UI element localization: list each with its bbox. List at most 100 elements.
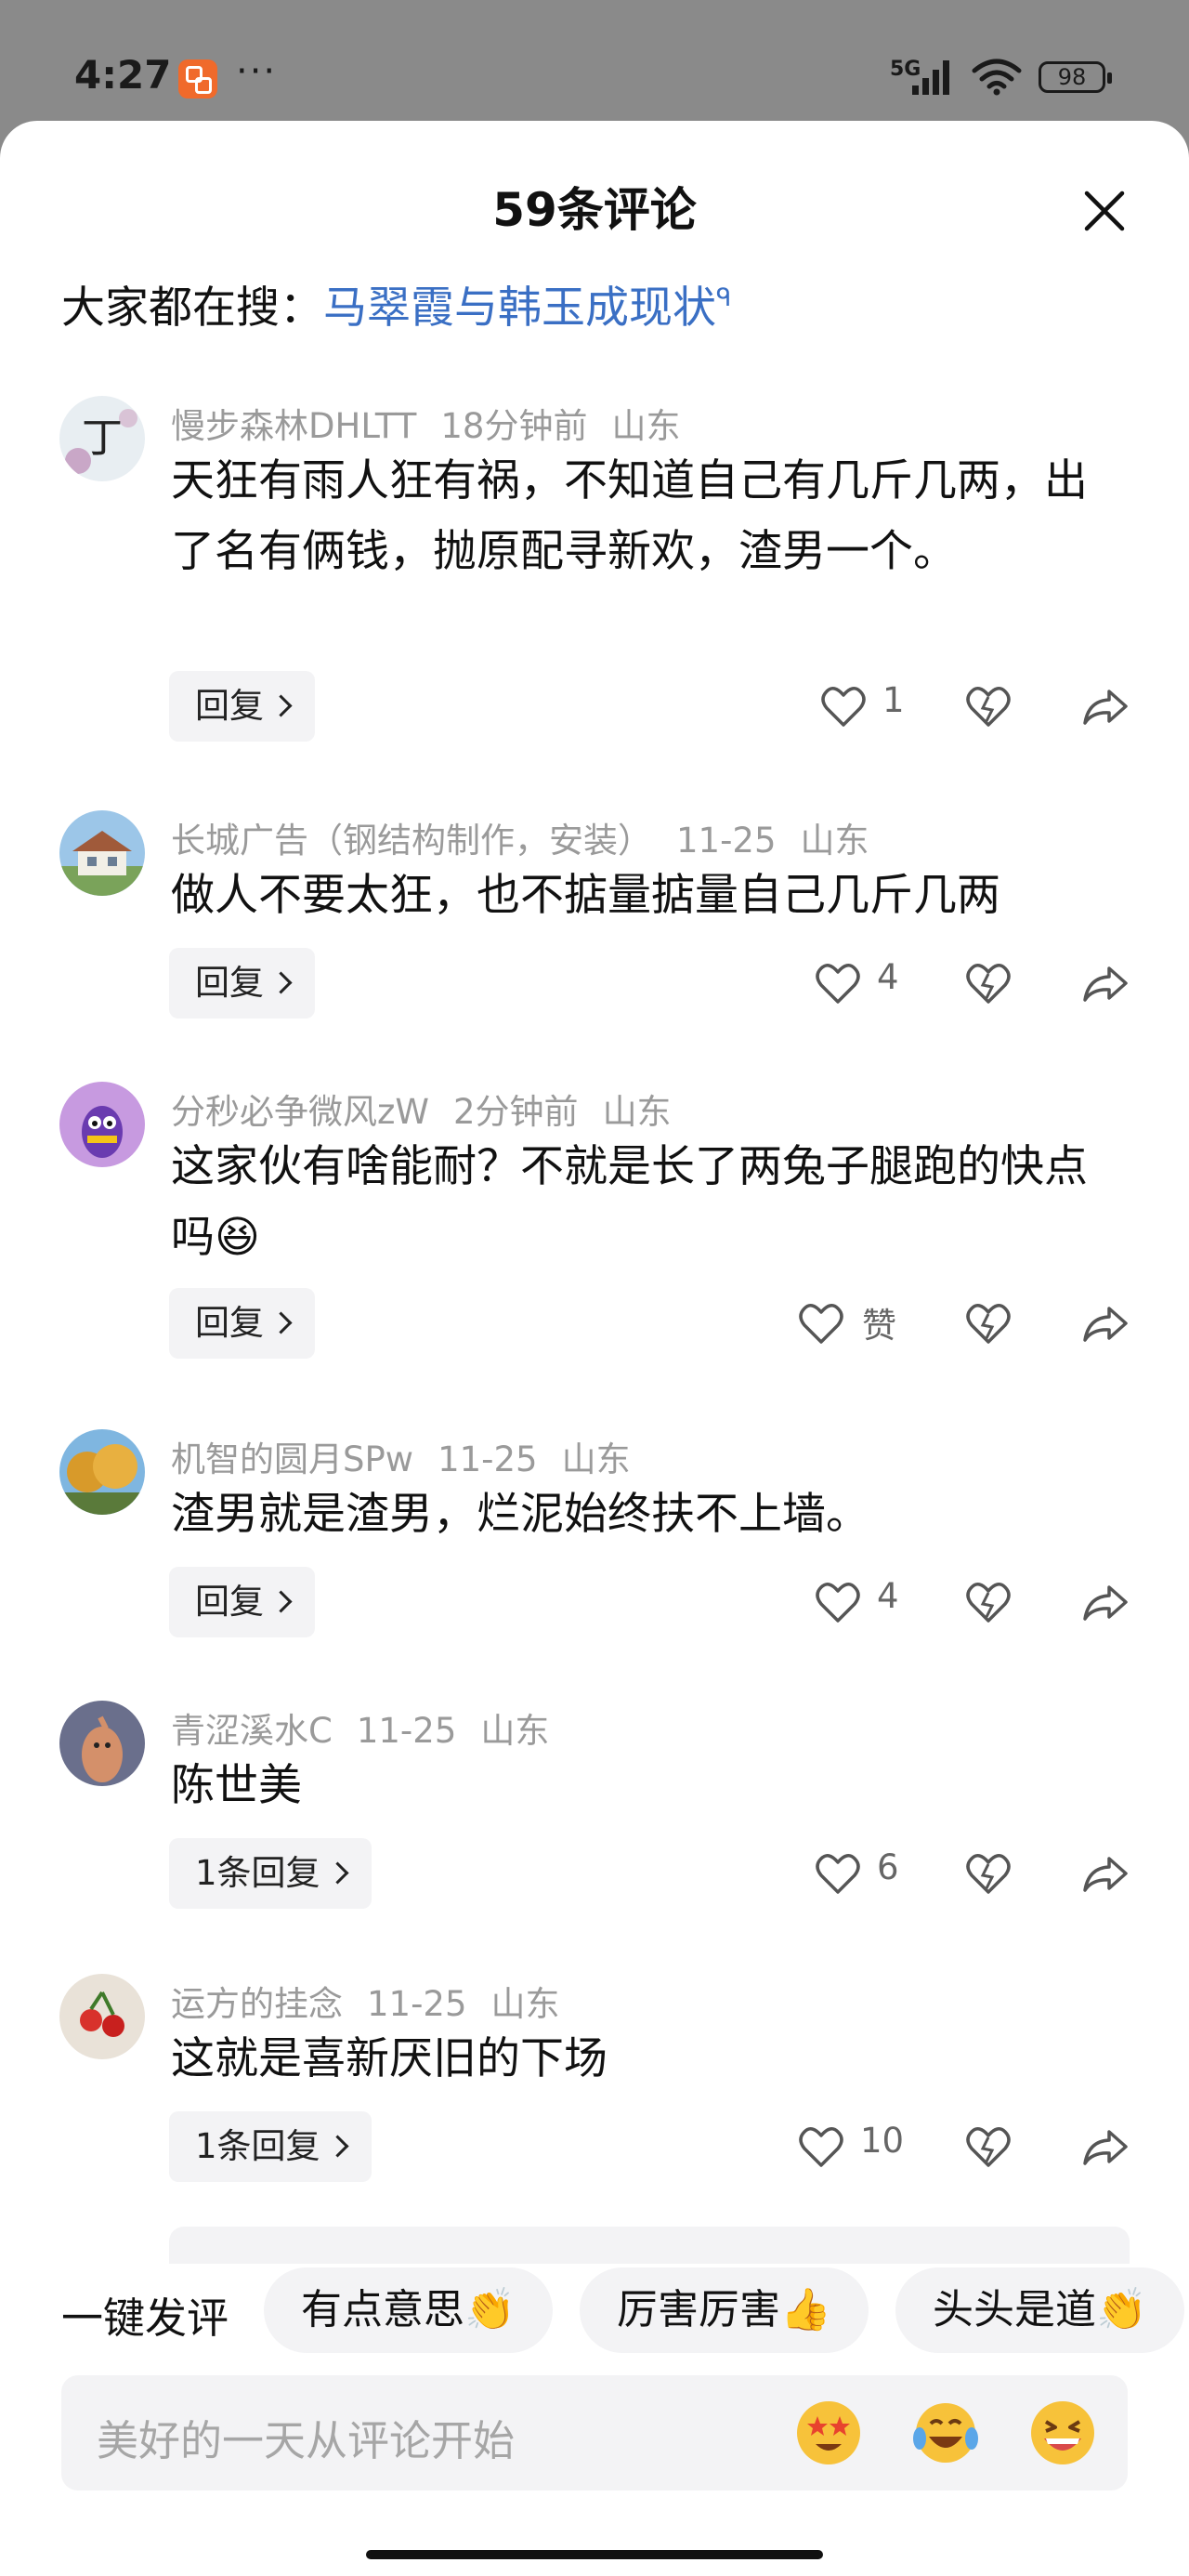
avatar[interactable] (59, 1429, 145, 1515)
share-icon[interactable] (1081, 678, 1130, 734)
comment-text[interactable]: 做人不要太狂，也不掂量掂量自己几斤几两 (171, 861, 1109, 931)
avatar[interactable] (59, 1974, 145, 2059)
reply-button[interactable]: 回复 (169, 948, 315, 1019)
avatar[interactable]: 丁 (59, 396, 145, 481)
avatar[interactable] (59, 1701, 145, 1786)
reply-label: 回复 (195, 1303, 264, 1343)
comment-text[interactable]: 陈世美 (171, 1751, 1109, 1821)
comment-location: 山东 (480, 1711, 550, 1751)
chevron-right-icon (269, 971, 293, 994)
reply-label: 回复 (195, 1582, 264, 1622)
reply-button[interactable]: 回复 (169, 1567, 315, 1637)
status-time: 4:27 (74, 52, 172, 98)
quick-comment-label: 一键发评 (61, 2293, 229, 2343)
star-eyes-emoji[interactable] (793, 2398, 864, 2468)
comment-time: 18分钟前 (440, 406, 588, 446)
status-bar: 4:27 ··· 5G 98 (0, 0, 1189, 121)
reply-button[interactable]: 1条回复 (169, 1838, 372, 1909)
dislike-heart-icon[interactable] (966, 1846, 1011, 1901)
heart-icon[interactable] (816, 1846, 860, 1901)
comment-meta: 机智的圆月SPw 11-25 山东 (171, 1431, 655, 1481)
comment-meta: 运方的挂念 11-25 山东 (171, 1976, 584, 2026)
like-count: 1 (882, 680, 905, 720)
trending-search: 大家都在搜：马翠霞与韩玉成现状ᑫ (61, 271, 731, 335)
reply-label: 1条回复 (195, 1853, 320, 1893)
chevron-right-icon (326, 2135, 349, 2158)
avatar[interactable] (59, 810, 145, 896)
comment-input-placeholder: 美好的一天从评论开始 (97, 2416, 516, 2465)
comment-username[interactable]: 长城广告（钢结构制作，安装） (171, 821, 652, 861)
comment-location: 山东 (800, 821, 869, 861)
reply-button[interactable]: 回复 (169, 1288, 315, 1359)
comment-location: 山东 (602, 1092, 672, 1132)
quick-comment-chip[interactable]: 厉害厉害👍 (580, 2267, 869, 2353)
comment-count-title: 59条评论 (492, 183, 697, 237)
comment-location: 山东 (561, 1439, 631, 1479)
quick-comment-chip[interactable]: 有点意思👏 (264, 2267, 553, 2353)
share-icon[interactable] (1081, 955, 1130, 1011)
share-icon[interactable] (1081, 1295, 1130, 1351)
comment-input[interactable]: 美好的一天从评论开始 (61, 2375, 1128, 2491)
signal-icon (912, 60, 949, 95)
comment-text[interactable]: 天狂有雨人狂有祸，不知道自己有几斤几两，出了名有俩钱，抛原配寻新欢，渣男一个。 (171, 446, 1109, 587)
comment-time: 11-25 (676, 821, 777, 861)
reply-button[interactable]: 1条回复 (169, 2111, 372, 2182)
comment-username[interactable]: 机智的圆月SPw (171, 1439, 413, 1479)
chevron-right-icon (269, 694, 293, 717)
like-count: 10 (860, 2121, 905, 2161)
comment-username[interactable]: 运方的挂念 (171, 1984, 343, 2024)
heart-icon[interactable] (799, 1295, 843, 1351)
comment-time: 11-25 (438, 1439, 538, 1479)
laugh-cry-emoji[interactable] (910, 2398, 981, 2468)
avatar[interactable] (59, 1082, 145, 1167)
app-notification-icon (178, 59, 217, 99)
battery-indicator: 98 (1039, 61, 1112, 93)
chevron-right-icon (269, 1590, 293, 1613)
share-icon[interactable] (1081, 1574, 1130, 1630)
comment-meta: 长城广告（钢结构制作，安装） 11-25 山东 (171, 812, 894, 862)
comment-username[interactable]: 青涩溪水C (171, 1711, 333, 1751)
comment-time: 11-25 (367, 1984, 467, 2024)
share-icon[interactable] (1081, 1846, 1130, 1901)
comment-sheet: 59条评论 大家都在搜：马翠霞与韩玉成现状ᑫ 丁 慢步森林DHLTT 18分钟前山… (0, 121, 1189, 2576)
reply-button[interactable]: 回复 (169, 671, 315, 742)
comment-username[interactable]: 慢步森林DHLTT (171, 406, 416, 446)
svg-text:丁: 丁 (82, 414, 123, 462)
comment-meta: 慢步森林DHLTT 18分钟前 山东 (171, 398, 704, 448)
dislike-heart-icon[interactable] (966, 955, 1011, 1011)
dislike-heart-icon[interactable] (966, 678, 1011, 734)
comment-text[interactable]: 这家伙有啥能耐？不就是长了两兔子腿跑的快点吗😆 (171, 1132, 1109, 1273)
comment-time: 11-25 (356, 1711, 457, 1751)
reply-label: 回复 (195, 963, 264, 1003)
dislike-heart-icon[interactable] (966, 2119, 1011, 2175)
comment-username[interactable]: 分秒必争微风zW (171, 1092, 429, 1132)
heart-icon[interactable] (816, 1574, 860, 1630)
like-count: 4 (877, 957, 899, 997)
close-icon[interactable] (1076, 182, 1133, 240)
comment-meta: 青涩溪水C 11-25 山东 (171, 1702, 573, 1753)
comment-time: 2分钟前 (453, 1092, 579, 1132)
dislike-heart-icon[interactable] (966, 1295, 1011, 1351)
comment-text[interactable]: 渣男就是渣男，烂泥始终扶不上墙。 (171, 1479, 1109, 1550)
comment-text[interactable]: 这就是喜新厌旧的下场 (171, 2024, 1109, 2095)
dislike-heart-icon[interactable] (966, 1574, 1011, 1630)
more-notifications-indicator: ··· (236, 50, 278, 93)
grin-emoji[interactable] (1027, 2398, 1098, 2468)
chevron-right-icon (269, 1311, 293, 1334)
comment-meta: 分秒必争微风zW 2分钟前 山东 (171, 1084, 696, 1134)
home-indicator[interactable] (366, 2550, 823, 2559)
comment-location: 山东 (490, 1984, 560, 2024)
comment-location: 山东 (611, 406, 681, 446)
like-count: 赞 (862, 1306, 896, 1346)
trending-search-link[interactable]: 马翠霞与韩玉成现状 (323, 283, 716, 334)
reply-label: 回复 (195, 686, 264, 726)
search-mark-icon: ᑫ (716, 284, 732, 312)
quick-comment-chip[interactable]: 头头是道👏 (895, 2267, 1184, 2353)
trending-search-prefix: 大家都在搜： (61, 283, 323, 334)
heart-icon[interactable] (816, 955, 860, 1011)
like-count: 6 (877, 1847, 899, 1887)
share-icon[interactable] (1081, 2119, 1130, 2175)
heart-icon[interactable] (821, 678, 866, 734)
wifi-icon (972, 59, 1022, 96)
heart-icon[interactable] (799, 2119, 843, 2175)
